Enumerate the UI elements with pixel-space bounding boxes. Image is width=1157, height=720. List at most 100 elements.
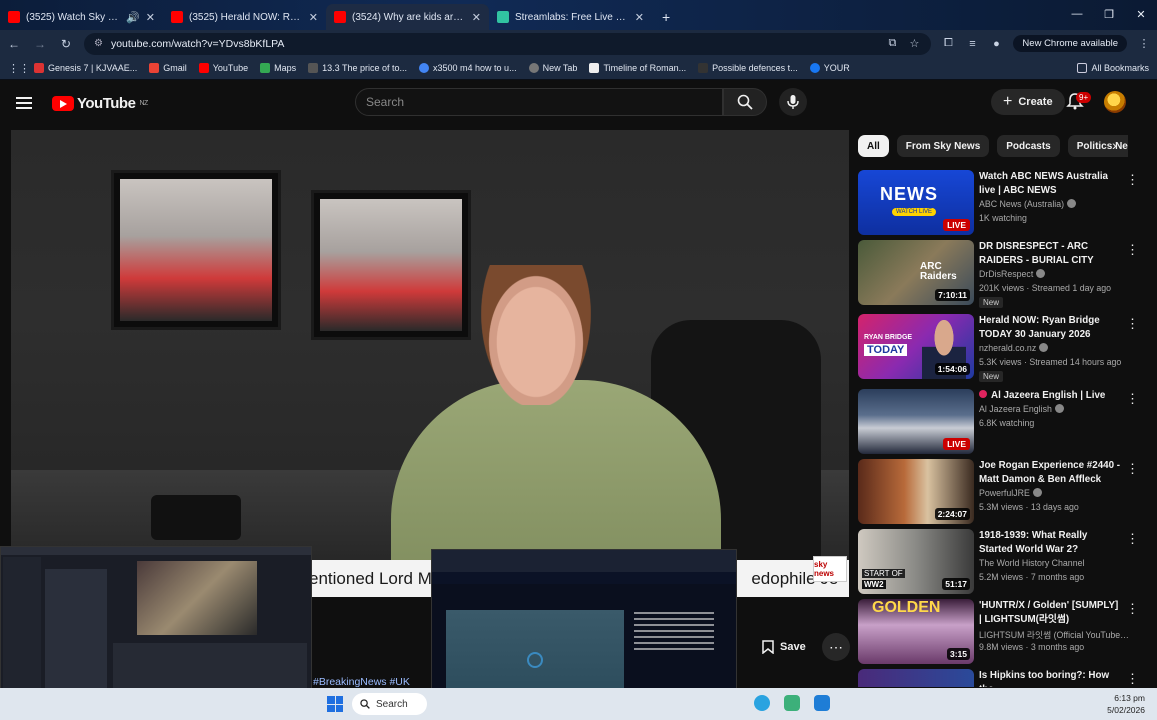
chrome-menu-icon[interactable]: ⋮ (1137, 37, 1151, 50)
taskbar-search[interactable]: Search (352, 693, 427, 715)
bookmark-item[interactable]: x3500 m4 how to u... (419, 63, 517, 73)
video-player[interactable]: entioned Lord Ma edophile Je sky news (11, 130, 849, 597)
kebab-menu-icon[interactable]: ⋮ (1126, 316, 1139, 332)
youtube-logo[interactable]: YouTube NZ (52, 95, 148, 112)
channel-name[interactable]: LIGHTSUM 라잇썸 (Official YouTube Cha... (979, 628, 1129, 641)
reload-icon[interactable]: ↻ (58, 37, 74, 51)
video-hashtags[interactable]: #BreakingNews #UK (313, 676, 410, 688)
video-thumbnail[interactable]: START OF WW2 51:17 (858, 529, 974, 594)
apps-grid-icon[interactable]: ⋮⋮ (8, 62, 30, 75)
profile-icon[interactable]: ● (989, 38, 1003, 50)
recommendation-item[interactable]: LIVE Al Jazeera English | Live Al Jazeer… (858, 389, 1148, 455)
close-tab-icon[interactable]: ✕ (635, 11, 644, 24)
video-thumbnail[interactable]: NEWS WATCH LIVE LIVE (858, 170, 974, 235)
kebab-menu-icon[interactable]: ⋮ (1126, 172, 1139, 188)
recommendation-item[interactable]: Is Hipkins too boring?: How the ⋮ (858, 669, 1148, 687)
bookmark-item[interactable]: Gmail (149, 63, 187, 73)
bookmark-item[interactable]: New Tab (528, 63, 577, 73)
video-title[interactable]: DR DISRESPECT - ARC RAIDERS - BURIAL CIT… (979, 240, 1123, 267)
video-title[interactable]: Watch ABC NEWS Australia live | ABC NEWS (979, 170, 1123, 197)
reading-list-icon[interactable]: ≡ (965, 38, 979, 50)
recommendation-item[interactable]: 2:24:07 Joe Rogan Experience #2440 - Mat… (858, 459, 1148, 525)
search-input[interactable]: Search (355, 88, 723, 116)
new-tab-button[interactable]: + (652, 4, 680, 30)
video-title[interactable]: Joe Rogan Experience #2440 - Matt Damon … (979, 459, 1123, 486)
site-info-icon[interactable]: ⚙ (94, 38, 103, 49)
save-button[interactable]: Save (752, 633, 816, 661)
video-title[interactable]: 1918-1939: What Really Started World War… (979, 529, 1123, 556)
video-meta: 6.8K watching (979, 418, 1035, 428)
bookmark-item[interactable]: 13.3 The price of to... (308, 63, 407, 73)
tvnz-preview-window[interactable] (431, 549, 737, 710)
bookmark-item[interactable]: YouTube (198, 63, 248, 73)
video-thumbnail[interactable]: RYAN BRIDGE TODAY 1:54:06 (858, 314, 974, 379)
recommendation-item[interactable]: START OF WW2 51:17 1918-1939: What Reall… (858, 529, 1148, 595)
forward-icon[interactable]: → (32, 37, 48, 51)
create-button[interactable]: + Create (991, 89, 1065, 115)
channel-name[interactable]: The World History Channel (979, 558, 1129, 568)
streamlabs-preview-window[interactable] (0, 546, 312, 710)
browser-tab-active[interactable]: (3524) Why are kids are still go ✕ (326, 4, 489, 30)
new-chrome-available-button[interactable]: New Chrome available (1013, 35, 1127, 52)
video-thumbnail[interactable]: 2:24:07 (858, 459, 974, 524)
app-icon[interactable] (784, 695, 800, 711)
recommendation-item[interactable]: RYAN BRIDGE TODAY 1:54:06 Herald NOW: Ry… (858, 314, 1148, 382)
kebab-menu-icon[interactable]: ⋮ (1126, 601, 1139, 617)
kebab-menu-icon[interactable]: ⋮ (1126, 531, 1139, 547)
close-tab-icon[interactable]: ✕ (146, 11, 155, 24)
back-icon[interactable]: ← (6, 37, 22, 51)
all-bookmarks-button[interactable]: All Bookmarks (1077, 63, 1149, 73)
channel-name[interactable]: Al Jazeera English (979, 404, 1129, 414)
video-title[interactable]: Al Jazeera English | Live (979, 389, 1123, 403)
bookmark-item[interactable]: Maps (260, 63, 296, 73)
channel-name[interactable]: ABC News (Australia) (979, 199, 1129, 209)
chip-podcasts[interactable]: Podcasts (997, 135, 1060, 157)
video-thumbnail[interactable]: GOLDEN 3:15 (858, 599, 974, 664)
recommendation-item[interactable]: ARC Raiders 7:10:11 DR DISRESPECT - ARC … (858, 240, 1148, 308)
kebab-menu-icon[interactable]: ⋮ (1126, 242, 1139, 258)
search-button[interactable] (723, 88, 767, 116)
channel-name[interactable]: nzherald.co.nz (979, 343, 1129, 353)
bookmark-item[interactable]: Possible defences t... (698, 63, 798, 73)
system-clock[interactable]: 6:13 pm 5/02/2026 (1107, 692, 1145, 716)
bookmark-item[interactable]: Genesis 7 | KJVAAE... (34, 63, 137, 73)
recommendation-item[interactable]: GOLDEN 3:15 'HUNTR/X / Golden' [SUMPLY] … (858, 599, 1148, 665)
bookmark-star-icon[interactable]: ☆ (907, 37, 921, 50)
account-avatar[interactable] (1104, 91, 1126, 113)
channel-name[interactable]: DrDisRespect (979, 269, 1129, 279)
kebab-menu-icon[interactable]: ⋮ (1126, 391, 1139, 407)
video-thumbnail[interactable]: ARC Raiders 7:10:11 (858, 240, 974, 305)
kebab-menu-icon[interactable]: ⋮ (1126, 461, 1139, 477)
chip-from-sky-news[interactable]: From Sky News (896, 135, 990, 157)
app-icon[interactable] (814, 695, 830, 711)
extensions-icon[interactable]: ⧠ (941, 37, 955, 50)
telegram-icon[interactable] (754, 695, 770, 711)
channel-name[interactable]: PowerfulJRE (979, 488, 1129, 498)
windows-start-icon[interactable] (327, 696, 343, 712)
more-actions-icon[interactable]: ⋯ (822, 633, 850, 661)
chip-all[interactable]: All (858, 135, 889, 157)
minimize-icon[interactable]: — (1061, 0, 1093, 28)
video-title[interactable]: Is Hipkins too boring?: How the (979, 669, 1123, 687)
recommendation-item[interactable]: NEWS WATCH LIVE LIVE Watch ABC NEWS Aust… (858, 170, 1148, 236)
browser-tab[interactable]: (3525) Watch Sky News - Yo 🔊 ✕ (0, 4, 163, 30)
close-window-icon[interactable]: ✕ (1125, 0, 1157, 28)
browser-tab[interactable]: (3525) Herald NOW: Ryan Bridg ✕ (163, 4, 326, 30)
video-thumbnail[interactable] (858, 669, 974, 687)
video-title[interactable]: Herald NOW: Ryan Bridge TODAY 30 January… (979, 314, 1123, 341)
chevron-right-icon[interactable]: › (1112, 137, 1128, 155)
close-tab-icon[interactable]: ✕ (472, 11, 481, 24)
voice-search-button[interactable] (779, 88, 807, 116)
kebab-menu-icon[interactable]: ⋮ (1126, 671, 1139, 687)
bookmark-item[interactable]: Timeline of Roman... (589, 63, 686, 73)
browser-tab[interactable]: Streamlabs: Free Live Streaming ✕ (489, 4, 652, 30)
speaker-icon[interactable]: 🔊 (126, 11, 140, 24)
hamburger-menu-icon[interactable] (16, 97, 32, 109)
bookmark-item[interactable]: YOUR (809, 63, 850, 73)
close-tab-icon[interactable]: ✕ (309, 11, 318, 24)
address-bar[interactable]: ⚙ youtube.com/watch?v=YDvs8bKfLPA ⧉ ☆ (84, 32, 932, 55)
install-icon[interactable]: ⧉ (885, 37, 899, 50)
maximize-icon[interactable]: ❐ (1093, 0, 1125, 28)
video-thumbnail[interactable]: LIVE (858, 389, 974, 454)
video-title[interactable]: 'HUNTR/X / Golden' [SUMPLY] | LIGHTSUM(라… (979, 599, 1123, 626)
